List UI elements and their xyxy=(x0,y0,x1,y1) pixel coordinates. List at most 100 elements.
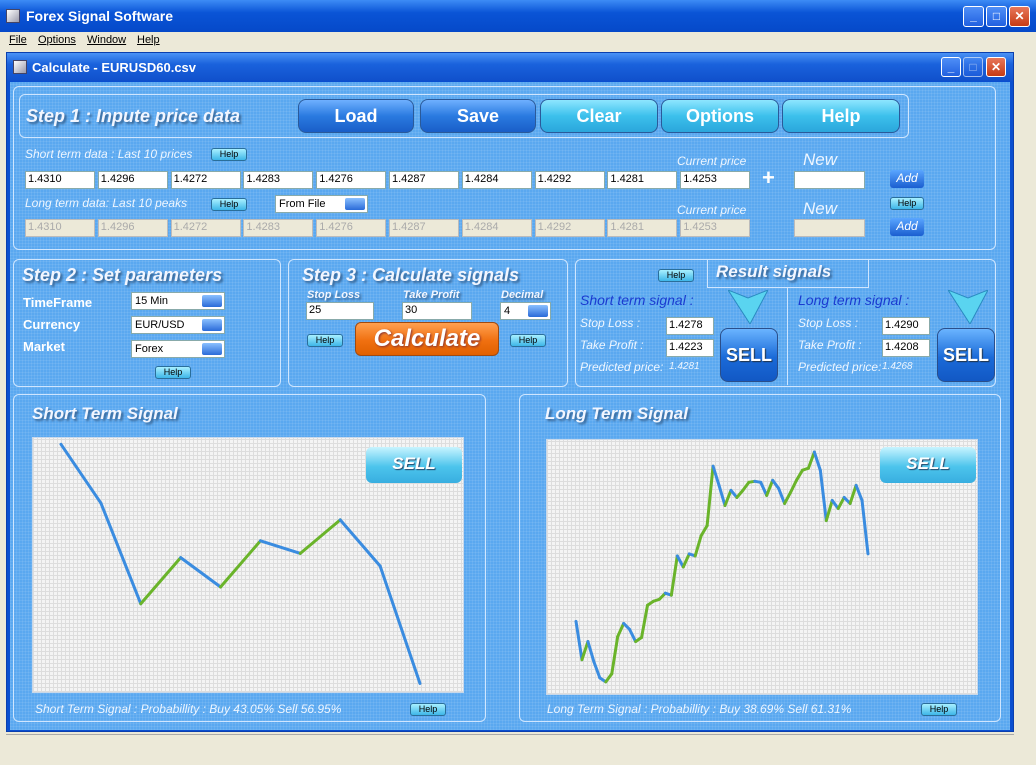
series-segment xyxy=(836,495,846,511)
calculate-button[interactable]: Calculate xyxy=(355,322,499,356)
long-price-input[interactable]: 1.4272 xyxy=(170,219,241,237)
maximize-button[interactable]: □ xyxy=(986,6,1007,27)
current-price-label-long: Current price xyxy=(677,203,747,217)
long-term-result: Long term signal : Stop Loss : 1.4290 Ta… xyxy=(798,288,1003,383)
child-close-button[interactable]: ✕ xyxy=(986,57,1006,77)
short-price-input[interactable]: 1.4310 xyxy=(25,171,95,189)
chevron-down-icon xyxy=(202,295,222,307)
short-pred-value: 1.4281 xyxy=(669,361,700,372)
menu-help[interactable]: Help xyxy=(137,34,160,46)
series-segment xyxy=(179,556,223,589)
currency-dropdown[interactable]: EUR/USD xyxy=(131,316,225,334)
series-segment xyxy=(783,490,793,505)
short-price-input[interactable]: 1.4276 xyxy=(316,171,387,189)
series-segment xyxy=(592,660,602,680)
help-button[interactable]: Help xyxy=(782,99,900,133)
series-segment xyxy=(338,518,382,568)
short-price-input-current[interactable]: 1.4253 xyxy=(680,171,751,189)
short-sell-signal: SELL xyxy=(720,328,778,382)
source-dropdown[interactable]: From File xyxy=(275,195,368,213)
step3-help-left-button[interactable]: Help xyxy=(307,334,343,347)
short-price-input[interactable]: 1.4292 xyxy=(534,171,605,189)
series-segment xyxy=(580,640,590,662)
series-segment xyxy=(616,621,626,639)
long-chart-help-button[interactable]: Help xyxy=(921,703,957,716)
long-pred-value: 1.4268 xyxy=(882,361,913,372)
menu-options[interactable]: Options xyxy=(38,34,76,46)
market-dropdown[interactable]: Forex xyxy=(131,340,225,358)
series-segment xyxy=(681,552,691,569)
series-segment xyxy=(794,468,804,482)
short-price-input[interactable]: 1.4272 xyxy=(170,171,241,189)
decimal-dropdown[interactable]: 4 xyxy=(500,302,551,320)
add-short-button[interactable]: Add xyxy=(890,170,924,188)
new-long-price-input[interactable] xyxy=(794,219,865,237)
chevron-down-icon xyxy=(202,319,222,331)
market-label: Market xyxy=(23,339,65,354)
take-profit-input[interactable]: 30 xyxy=(402,302,472,320)
series-segment xyxy=(848,483,858,505)
step2-help-button[interactable]: Help xyxy=(155,366,191,379)
long-help-button[interactable]: Help xyxy=(211,198,247,211)
child-titlebar: Calculate - EURUSD60.csv _ □ ✕ xyxy=(7,53,1013,81)
minimize-button[interactable]: _ xyxy=(963,6,984,27)
menu-file[interactable]: File xyxy=(9,34,27,46)
close-button[interactable]: ✕ xyxy=(1009,6,1030,27)
short-sl-label: Stop Loss : xyxy=(580,316,641,330)
child-icon xyxy=(13,60,27,74)
long-price-input[interactable]: 1.4292 xyxy=(534,219,605,237)
series-segment xyxy=(777,486,787,505)
short-chart-title: Short Term Signal xyxy=(32,404,178,423)
long-price-input[interactable]: 1.4310 xyxy=(25,219,95,237)
long-price-input[interactable]: 1.4284 xyxy=(461,219,532,237)
load-button[interactable]: Load xyxy=(298,99,414,133)
short-sl-value: 1.4278 xyxy=(666,317,714,335)
stop-loss-input[interactable]: 25 xyxy=(306,302,374,320)
series-segment xyxy=(59,442,103,505)
series-segment xyxy=(818,468,828,523)
results-help-button[interactable]: Help xyxy=(658,269,694,282)
short-help-button[interactable]: Help xyxy=(211,148,247,161)
add-long-button[interactable]: Add xyxy=(890,218,924,236)
app-titlebar: Forex Signal Software _ □ ✕ xyxy=(0,0,1036,32)
save-button[interactable]: Save xyxy=(420,99,536,133)
calculate-window: Calculate - EURUSD60.csv _ □ ✕ Step 1 : … xyxy=(6,52,1014,732)
short-price-input[interactable]: 1.4284 xyxy=(461,171,532,189)
long-price-input-current[interactable]: 1.4253 xyxy=(680,219,751,237)
app-icon xyxy=(6,9,20,23)
menu-window[interactable]: Window xyxy=(87,34,126,46)
down-arrow-icon xyxy=(948,290,988,324)
series-segment xyxy=(669,554,679,597)
child-minimize-button[interactable]: _ xyxy=(941,57,961,77)
timeframe-dropdown[interactable]: 15 Min xyxy=(131,292,225,310)
child-maximize-button[interactable]: □ xyxy=(963,57,983,77)
timeframe-label: TimeFrame xyxy=(23,295,93,310)
app-title: Forex Signal Software xyxy=(26,8,174,24)
short-price-input[interactable]: 1.4283 xyxy=(243,171,314,189)
long-price-input[interactable]: 1.4281 xyxy=(607,219,678,237)
options-button[interactable]: Options xyxy=(661,99,779,133)
currency-label: Currency xyxy=(23,317,81,332)
series-segment xyxy=(812,450,822,472)
series-segment xyxy=(705,464,715,528)
long-price-input[interactable]: 1.4287 xyxy=(389,219,459,237)
short-price-input[interactable]: 1.4281 xyxy=(607,171,678,189)
step3-help-right-button[interactable]: Help xyxy=(510,334,546,347)
clear-button[interactable]: Clear xyxy=(540,99,658,133)
short-tp-label: Take Profit : xyxy=(580,338,644,352)
add-help-button[interactable]: Help xyxy=(890,197,924,210)
new-label-long: New xyxy=(803,199,838,218)
short-price-input[interactable]: 1.4287 xyxy=(389,171,459,189)
long-price-input[interactable]: 1.4283 xyxy=(243,219,314,237)
series-segment xyxy=(741,480,751,492)
new-label: New xyxy=(803,150,838,169)
long-price-input[interactable]: 1.4296 xyxy=(97,219,168,237)
short-chart-help-button[interactable]: Help xyxy=(410,703,446,716)
step2-title: Step 2 : Set parameters xyxy=(22,265,223,285)
long-sl-label: Stop Loss : xyxy=(798,316,859,330)
results-divider xyxy=(787,288,788,385)
long-price-input[interactable]: 1.4276 xyxy=(316,219,387,237)
new-short-price-input[interactable] xyxy=(794,171,865,189)
series-segment xyxy=(574,619,584,662)
short-price-input[interactable]: 1.4296 xyxy=(97,171,168,189)
